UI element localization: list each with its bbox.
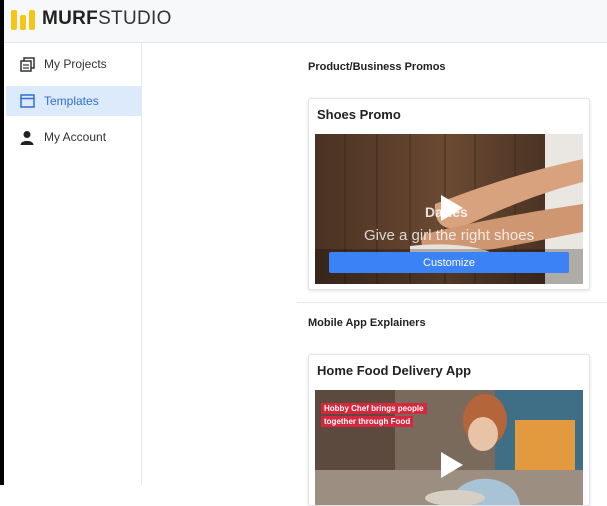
account-icon <box>18 128 36 146</box>
logo-light: STUDIO <box>98 8 172 29</box>
app-logo-text[interactable]: MURFSTUDIO <box>42 8 172 30</box>
tagline-line-1: Hobby Chef brings people <box>321 403 427 414</box>
logo-bold: MURF <box>42 8 99 29</box>
sidebar-item-my-account[interactable]: My Account <box>6 122 141 152</box>
home-food-thumbnail[interactable]: Hobby Chef brings people together throug… <box>315 390 583 505</box>
app-header: MURFSTUDIO <box>4 0 607 43</box>
templates-icon <box>18 92 36 110</box>
sidebar-item-label: My Projects <box>44 57 107 71</box>
card-title: Shoes Promo <box>317 107 401 122</box>
sidebar-item-label: My Account <box>44 130 107 144</box>
section-divider <box>297 302 607 303</box>
projects-icon <box>18 55 36 73</box>
play-icon[interactable] <box>441 195 463 221</box>
sidebar-item-my-projects[interactable]: My Projects <box>6 49 141 79</box>
overlay-subtitle: Give a girl the right shoes <box>364 227 535 244</box>
sidebar: My Projects Templates My Account <box>4 43 142 485</box>
sidebar-item-label: Templates <box>44 94 99 108</box>
card-title: Home Food Delivery App <box>317 363 472 378</box>
sidebar-item-templates[interactable]: Templates <box>6 86 141 116</box>
templates-main: Product/Business Promos Shoes Promo Dari… <box>142 43 607 506</box>
section-title-product-promos: Product/Business Promos <box>308 61 446 73</box>
customize-button[interactable]: Customize <box>329 252 569 273</box>
section-title-mobile-app-explainers: Mobile App Explainers <box>308 317 426 329</box>
tagline-line-2: together through Food <box>321 416 414 427</box>
template-card-home-food-delivery[interactable]: Home Food Delivery App Hobby Chef brings… <box>308 354 590 506</box>
template-card-shoes-promo[interactable]: Shoes Promo Daries Give a girl the right… <box>308 98 590 290</box>
shoes-promo-thumbnail[interactable]: Daries Give a girl the right shoes Custo… <box>315 134 583 284</box>
murf-logo-icon <box>11 10 35 30</box>
play-icon[interactable] <box>441 452 463 478</box>
